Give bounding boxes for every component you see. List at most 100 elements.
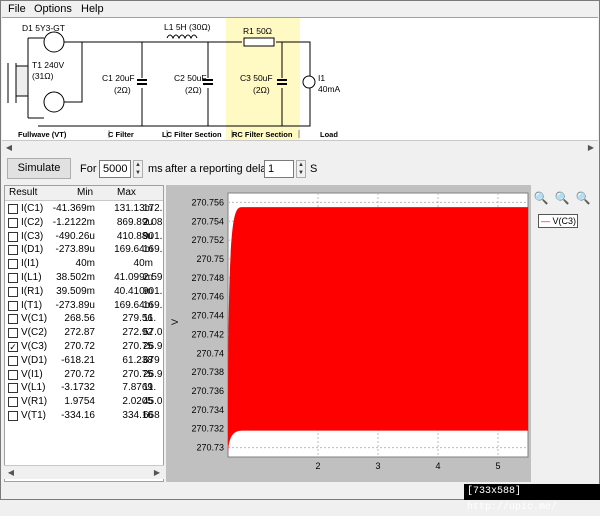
result-checkbox[interactable]	[8, 314, 18, 325]
t1-ohm-label: (31Ω)	[32, 71, 54, 81]
for-label: For	[80, 163, 97, 175]
table-row[interactable]: V(T1) -334.16 334.16 668	[5, 409, 163, 423]
menu-help[interactable]: Help	[81, 3, 104, 15]
result-name: I(C1)	[21, 203, 44, 214]
result-checkbox[interactable]	[8, 369, 18, 380]
x-tick-label: 3	[375, 461, 380, 471]
result-min: 270.72	[64, 341, 95, 352]
scroll-right-icon[interactable]: ▶	[150, 466, 164, 479]
results-header: Result Min Max	[5, 186, 163, 201]
result-extra: 172.9	[143, 203, 163, 214]
legend-line-icon: —	[541, 216, 550, 226]
spin-down-icon[interactable]: ▼	[297, 169, 305, 177]
scroll-left-icon[interactable]: ◀	[2, 141, 16, 154]
table-row[interactable]: I(D1) -273.89u 169.64m 169.	[5, 243, 163, 257]
s-label: S	[310, 163, 318, 175]
result-min: 39.509m	[56, 285, 95, 297]
result-checkbox[interactable]	[8, 204, 18, 214]
result-min: 272.87	[64, 327, 95, 339]
result-checkbox[interactable]	[8, 355, 18, 366]
result-name: I(C2)	[21, 216, 44, 228]
header-result[interactable]: Result	[9, 187, 37, 198]
result-name: V(L1)	[21, 382, 46, 394]
table-row[interactable]: V(I1) 270.72 270.75 26.9	[5, 368, 163, 382]
result-extra: 169.	[143, 299, 163, 311]
duration-spinner[interactable]: ▲ ▼	[133, 160, 143, 178]
table-row[interactable]: V(D1) -618.21 61.238 679	[5, 354, 163, 368]
section-lc-filter: LC Filter Section	[162, 130, 222, 139]
voltage-chart[interactable]: 270.73 270.732 270.734 270.736 270.738 270.74…	[166, 185, 531, 482]
spin-up-icon[interactable]: ▲	[297, 161, 305, 169]
y-tick-label: 270.752	[191, 235, 224, 245]
menu-file[interactable]: File	[8, 3, 26, 15]
y-tick-label: 270.754	[191, 216, 224, 226]
result-checkbox[interactable]	[8, 383, 18, 394]
table-row[interactable]: I(T1) -273.89u 169.64m 169.	[5, 299, 163, 313]
result-name: V(C3)	[21, 341, 48, 352]
result-name: I(I1)	[21, 258, 39, 270]
section-rc-filter: RC Filter Section	[232, 130, 293, 139]
legend-label: V(C3)	[552, 216, 577, 226]
results-scrollbar[interactable]: ◀ ▶	[4, 465, 164, 479]
header-min[interactable]: Min	[77, 187, 93, 198]
result-extra: 901.	[143, 230, 163, 242]
table-row[interactable]: V(L1) -3.1732 7.8769 11.	[5, 381, 163, 395]
i1-value-label: 40mA	[318, 84, 341, 94]
table-row[interactable]: ✓ V(C3) 270.72 270.75 26.9	[5, 340, 163, 354]
delay-input[interactable]: 1	[264, 160, 294, 178]
result-extra: 45.0	[143, 396, 163, 408]
y-tick-label: 270.738	[191, 367, 224, 377]
simulate-button[interactable]: Simulate	[7, 158, 71, 179]
table-row[interactable]: I(C1)-41.369m131.13m172.9	[5, 202, 163, 216]
x-tick-label: 5	[495, 461, 500, 471]
result-checkbox[interactable]	[8, 300, 18, 311]
result-name: I(D1)	[21, 244, 44, 256]
watermark-bar: [733x588] http://upic.me/	[464, 484, 600, 513]
scroll-left-icon[interactable]: ◀	[4, 466, 18, 479]
result-checkbox[interactable]	[8, 231, 18, 242]
result-extra: 26.9	[143, 341, 163, 352]
l1-coil	[166, 34, 198, 40]
table-row[interactable]: I(C3) -490.26u 410.88u 901.	[5, 230, 163, 244]
result-checkbox[interactable]	[8, 397, 18, 408]
result-checkbox[interactable]	[8, 411, 18, 421]
zoom-out-icon[interactable]: 🔍	[554, 190, 570, 206]
c2-label: C2 50uF	[174, 73, 207, 83]
result-checkbox[interactable]: ✓	[8, 342, 18, 352]
zoom-in-icon[interactable]: 🔍	[533, 190, 549, 206]
table-row[interactable]: I(R1) 39.509m 40.410m 901.	[5, 285, 163, 299]
table-row[interactable]: V(R1) 1.9754 2.0205 45.0	[5, 395, 163, 409]
schematic-scrollbar[interactable]: ◀ ▶	[2, 140, 598, 154]
scroll-right-icon[interactable]: ▶	[584, 141, 598, 154]
t1-label: T1 240V	[32, 60, 65, 70]
result-name: V(T1)	[21, 410, 46, 421]
menu-options[interactable]: Options	[34, 3, 72, 15]
result-checkbox[interactable]	[8, 259, 18, 270]
result-checkbox[interactable]	[8, 286, 18, 297]
result-extra: 57.0	[143, 327, 163, 339]
results-list: Result Min Max I(C1)-41.369m131.13m172.9…	[4, 185, 164, 482]
duration-input[interactable]: 5000	[99, 160, 131, 178]
result-checkbox[interactable]	[8, 217, 18, 228]
spin-up-icon[interactable]: ▲	[134, 161, 142, 169]
menu-bar: File Options Help	[1, 1, 599, 17]
y-tick-label: 270.742	[191, 329, 224, 339]
table-row[interactable]: I(C2) -1.2122m 869.89u 2.08	[5, 216, 163, 230]
table-row[interactable]: V(C2) 272.87 272.92 57.0	[5, 326, 163, 340]
result-checkbox[interactable]	[8, 245, 18, 256]
y-tick-label: 270.736	[191, 386, 224, 396]
table-row[interactable]: I(I1) 40m 40m	[5, 257, 163, 271]
circuit-schematic: D1 5Y3-GT T1 240V (31Ω) L1 5H (30Ω) R1 5…	[2, 17, 598, 141]
d1-label: D1 5Y3-GT	[22, 23, 65, 33]
result-min: -1.2122m	[52, 216, 95, 228]
i1-label: I1	[318, 73, 326, 83]
spin-down-icon[interactable]: ▼	[134, 169, 142, 177]
table-row[interactable]: I(L1)38.502m41.099m2.597	[5, 271, 163, 285]
y-tick-label: 270.75	[196, 254, 224, 264]
result-checkbox[interactable]	[8, 328, 18, 339]
header-max[interactable]: Max	[117, 187, 136, 198]
result-checkbox[interactable]	[8, 273, 18, 283]
zoom-reset-icon[interactable]: 🔍	[575, 190, 591, 206]
delay-spinner[interactable]: ▲ ▼	[296, 160, 306, 178]
table-row[interactable]: V(C1) 268.56 279.56 11.	[5, 312, 163, 326]
